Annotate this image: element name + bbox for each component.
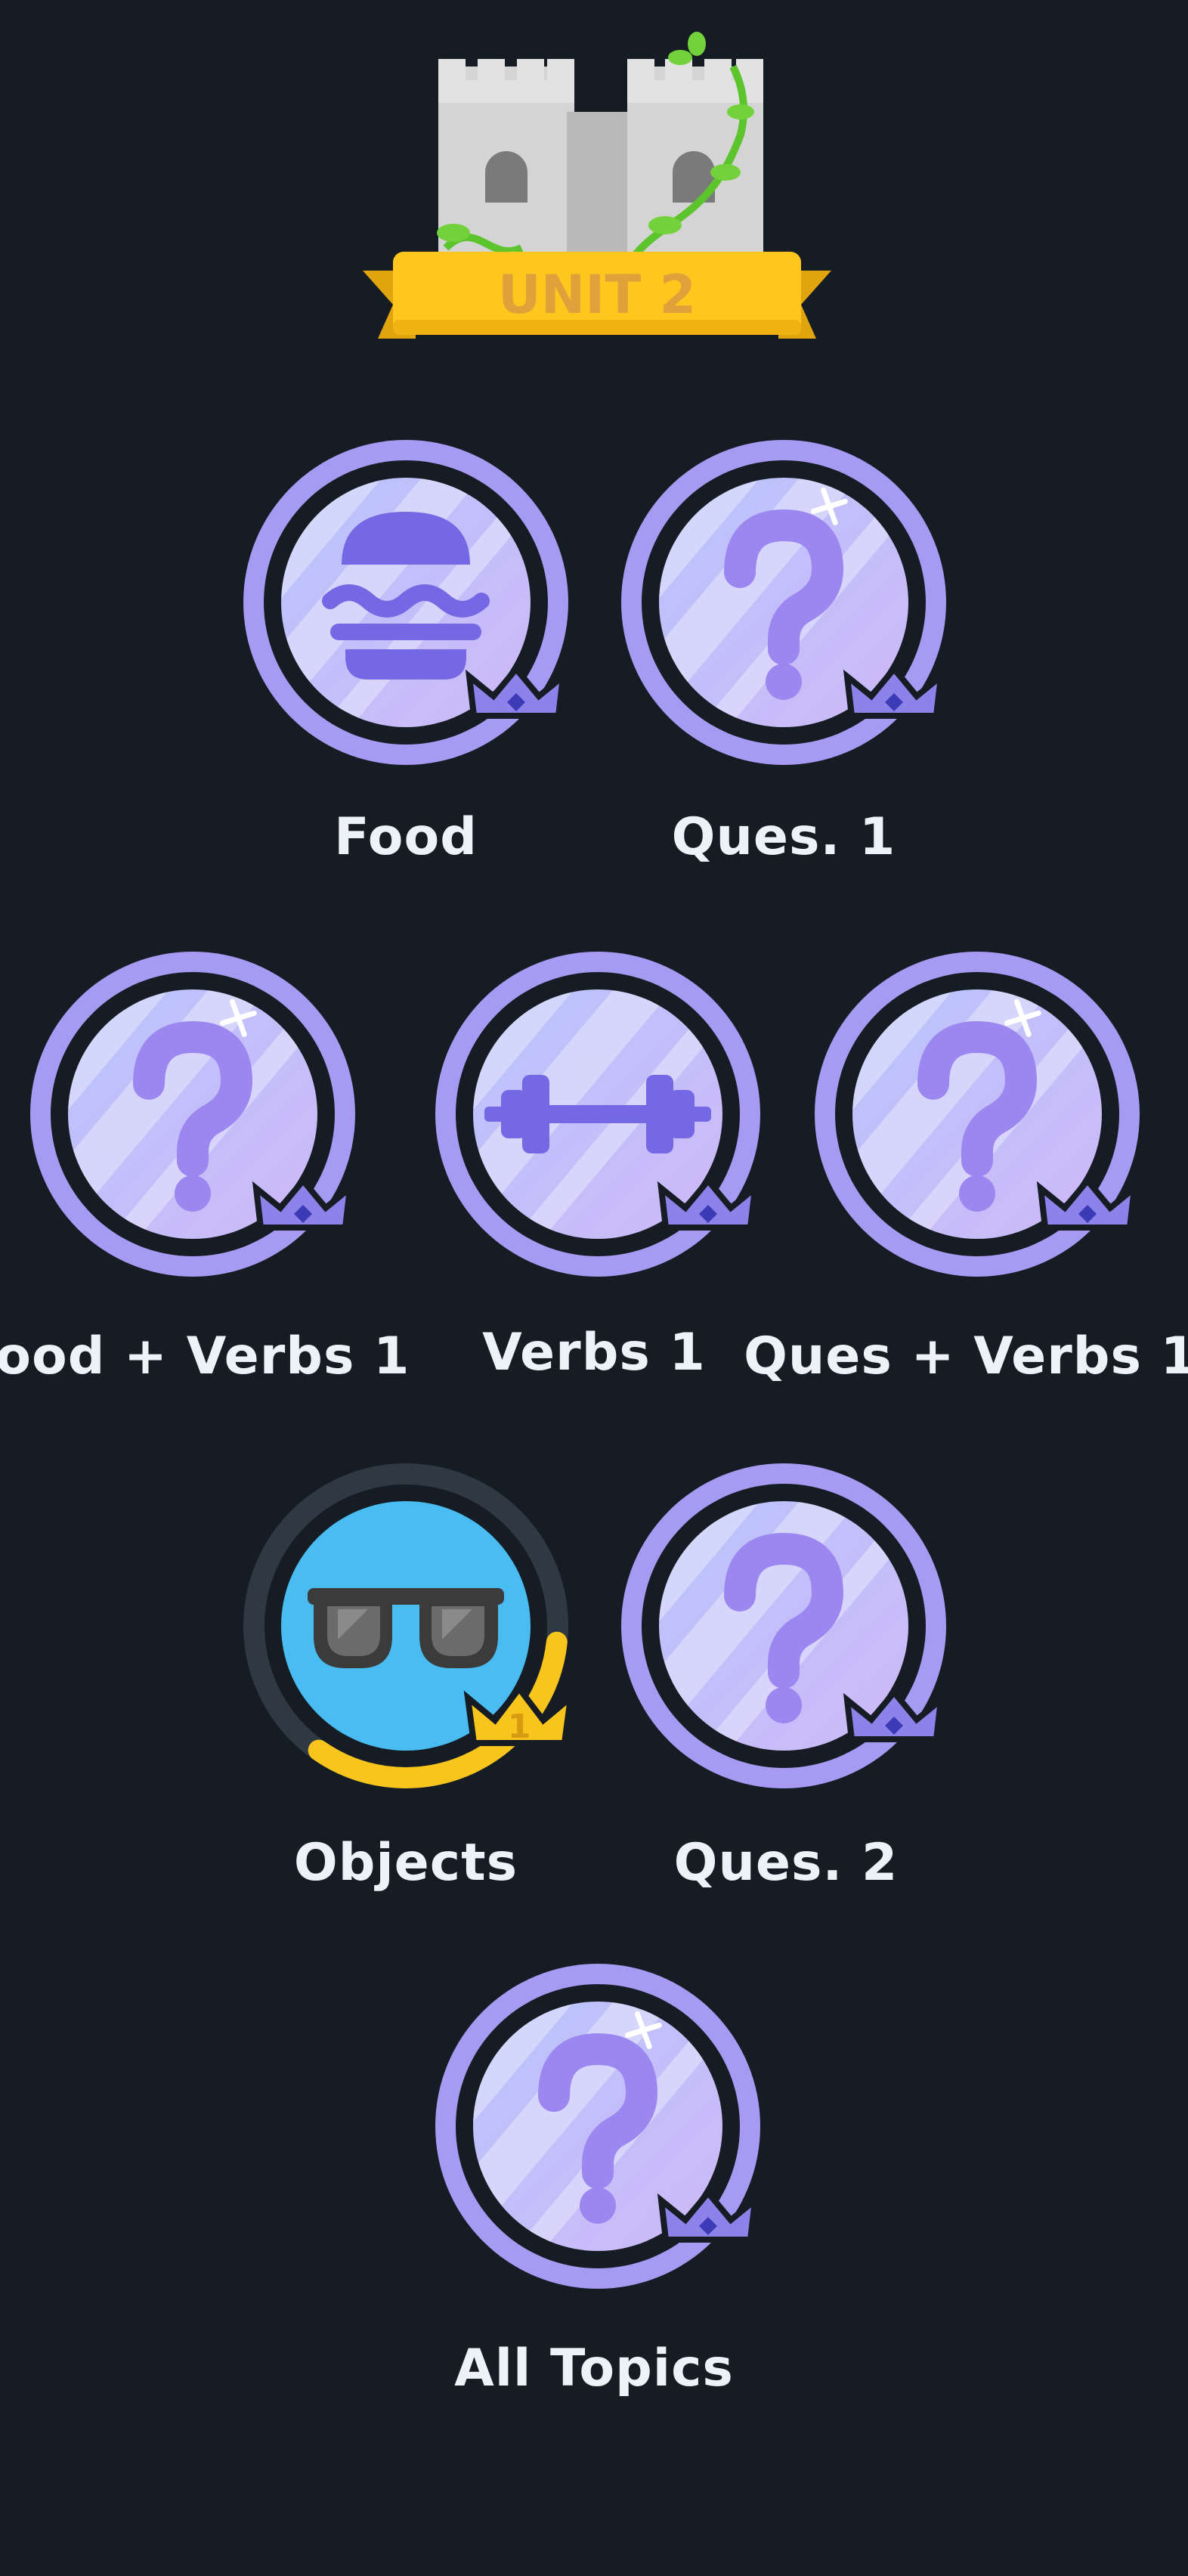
skill-label: Ques. 1: [671, 807, 896, 867]
unit-header: UNIT 2: [363, 21, 831, 354]
skill-node-ques-2[interactable]: [610, 1452, 958, 1800]
skill-label: Ques. 2: [673, 1833, 899, 1893]
unit-banner-text: UNIT 2: [498, 264, 696, 326]
castle-icon: UNIT 2: [363, 32, 831, 339]
skill-node-ques-verbs-1[interactable]: [803, 940, 1151, 1288]
skill-node-all-topics[interactable]: [424, 1952, 772, 2300]
skill-label: Ques + Verbs 1: [744, 1327, 1188, 1386]
skill-label: All Topics: [454, 2339, 734, 2398]
skill-node-verbs-1[interactable]: [424, 940, 772, 1288]
skill-node-ques-1[interactable]: [610, 429, 958, 776]
skill-node-objects[interactable]: 1: [232, 1452, 580, 1800]
crown-level: 1: [508, 1708, 531, 1746]
skill-node-food[interactable]: [232, 429, 580, 776]
skill-node-food-verbs-1[interactable]: [19, 940, 367, 1288]
